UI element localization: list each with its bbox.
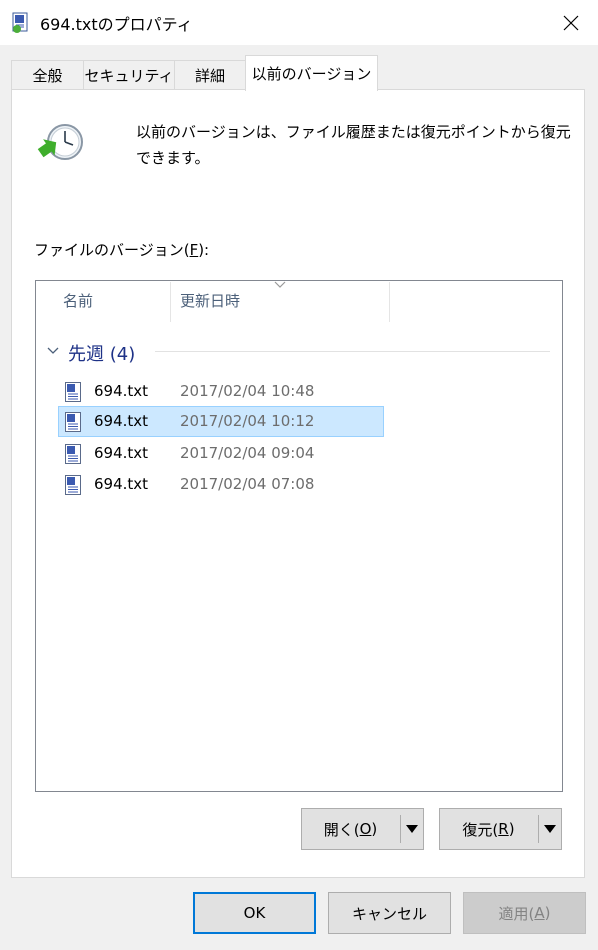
restore-dropdown-button[interactable] (538, 809, 562, 849)
tab-details[interactable]: 詳細 (174, 60, 246, 90)
text-file-icon (65, 412, 81, 432)
file-name: 694.txt (94, 382, 149, 400)
dropdown-arrow-icon (544, 825, 556, 833)
chevron-down-icon[interactable] (46, 345, 60, 357)
tab-security[interactable]: セキュリティ (83, 60, 175, 90)
sort-descending-icon (274, 281, 286, 288)
window-title: 694.txtのプロパティ (40, 15, 193, 34)
close-icon (563, 15, 579, 31)
text-file-icon (65, 475, 81, 495)
column-header-modified[interactable]: 更新日時 (180, 290, 240, 311)
group-header-last-week[interactable]: 先週 (4) (68, 340, 135, 366)
open-dropdown-button[interactable] (400, 809, 424, 849)
list-item[interactable]: 694.txt 2017/02/04 09:04 (58, 438, 384, 469)
file-name: 694.txt (94, 412, 149, 430)
column-separator[interactable] (389, 282, 390, 322)
description-text: 以前のバージョンは、ファイル履歴または復元ポイントから復元できます。 (136, 123, 571, 167)
tab-previous-versions[interactable]: 以前のバージョン (245, 55, 378, 91)
close-button[interactable] (552, 6, 590, 40)
file-name: 694.txt (94, 444, 149, 462)
text-file-icon (12, 12, 28, 33)
column-separator[interactable] (170, 282, 171, 322)
modified-date: 2017/02/04 07:08 (180, 475, 315, 493)
list-item[interactable]: 694.txt 2017/02/04 10:48 (58, 376, 384, 407)
open-split-button: 開く(O) (301, 808, 424, 850)
apply-button[interactable]: 適用(A) (463, 892, 586, 934)
file-name: 694.txt (94, 475, 149, 493)
restore-split-button: 復元(R) (439, 808, 562, 850)
modified-date: 2017/02/04 10:12 (180, 412, 315, 430)
list-item[interactable]: 694.txt 2017/02/04 10:12 (58, 406, 384, 437)
text-file-icon (65, 444, 81, 464)
modified-date: 2017/02/04 10:48 (180, 382, 315, 400)
dropdown-arrow-icon (406, 825, 418, 833)
text-file-icon (65, 382, 81, 402)
tab-general[interactable]: 全般 (11, 60, 84, 90)
file-versions-label: ファイルのバージョン(F): (34, 241, 210, 259)
group-divider (155, 351, 550, 352)
previous-versions-clock-icon (37, 124, 83, 160)
restore-button[interactable]: 復元(R) (440, 809, 537, 849)
list-item[interactable]: 694.txt 2017/02/04 07:08 (58, 469, 384, 500)
modified-date: 2017/02/04 09:04 (180, 444, 315, 462)
open-button[interactable]: 開く(O) (302, 809, 399, 849)
column-header-name[interactable]: 名前 (63, 290, 93, 311)
ok-button[interactable]: OK (193, 892, 316, 934)
cancel-button[interactable]: キャンセル (328, 892, 451, 934)
